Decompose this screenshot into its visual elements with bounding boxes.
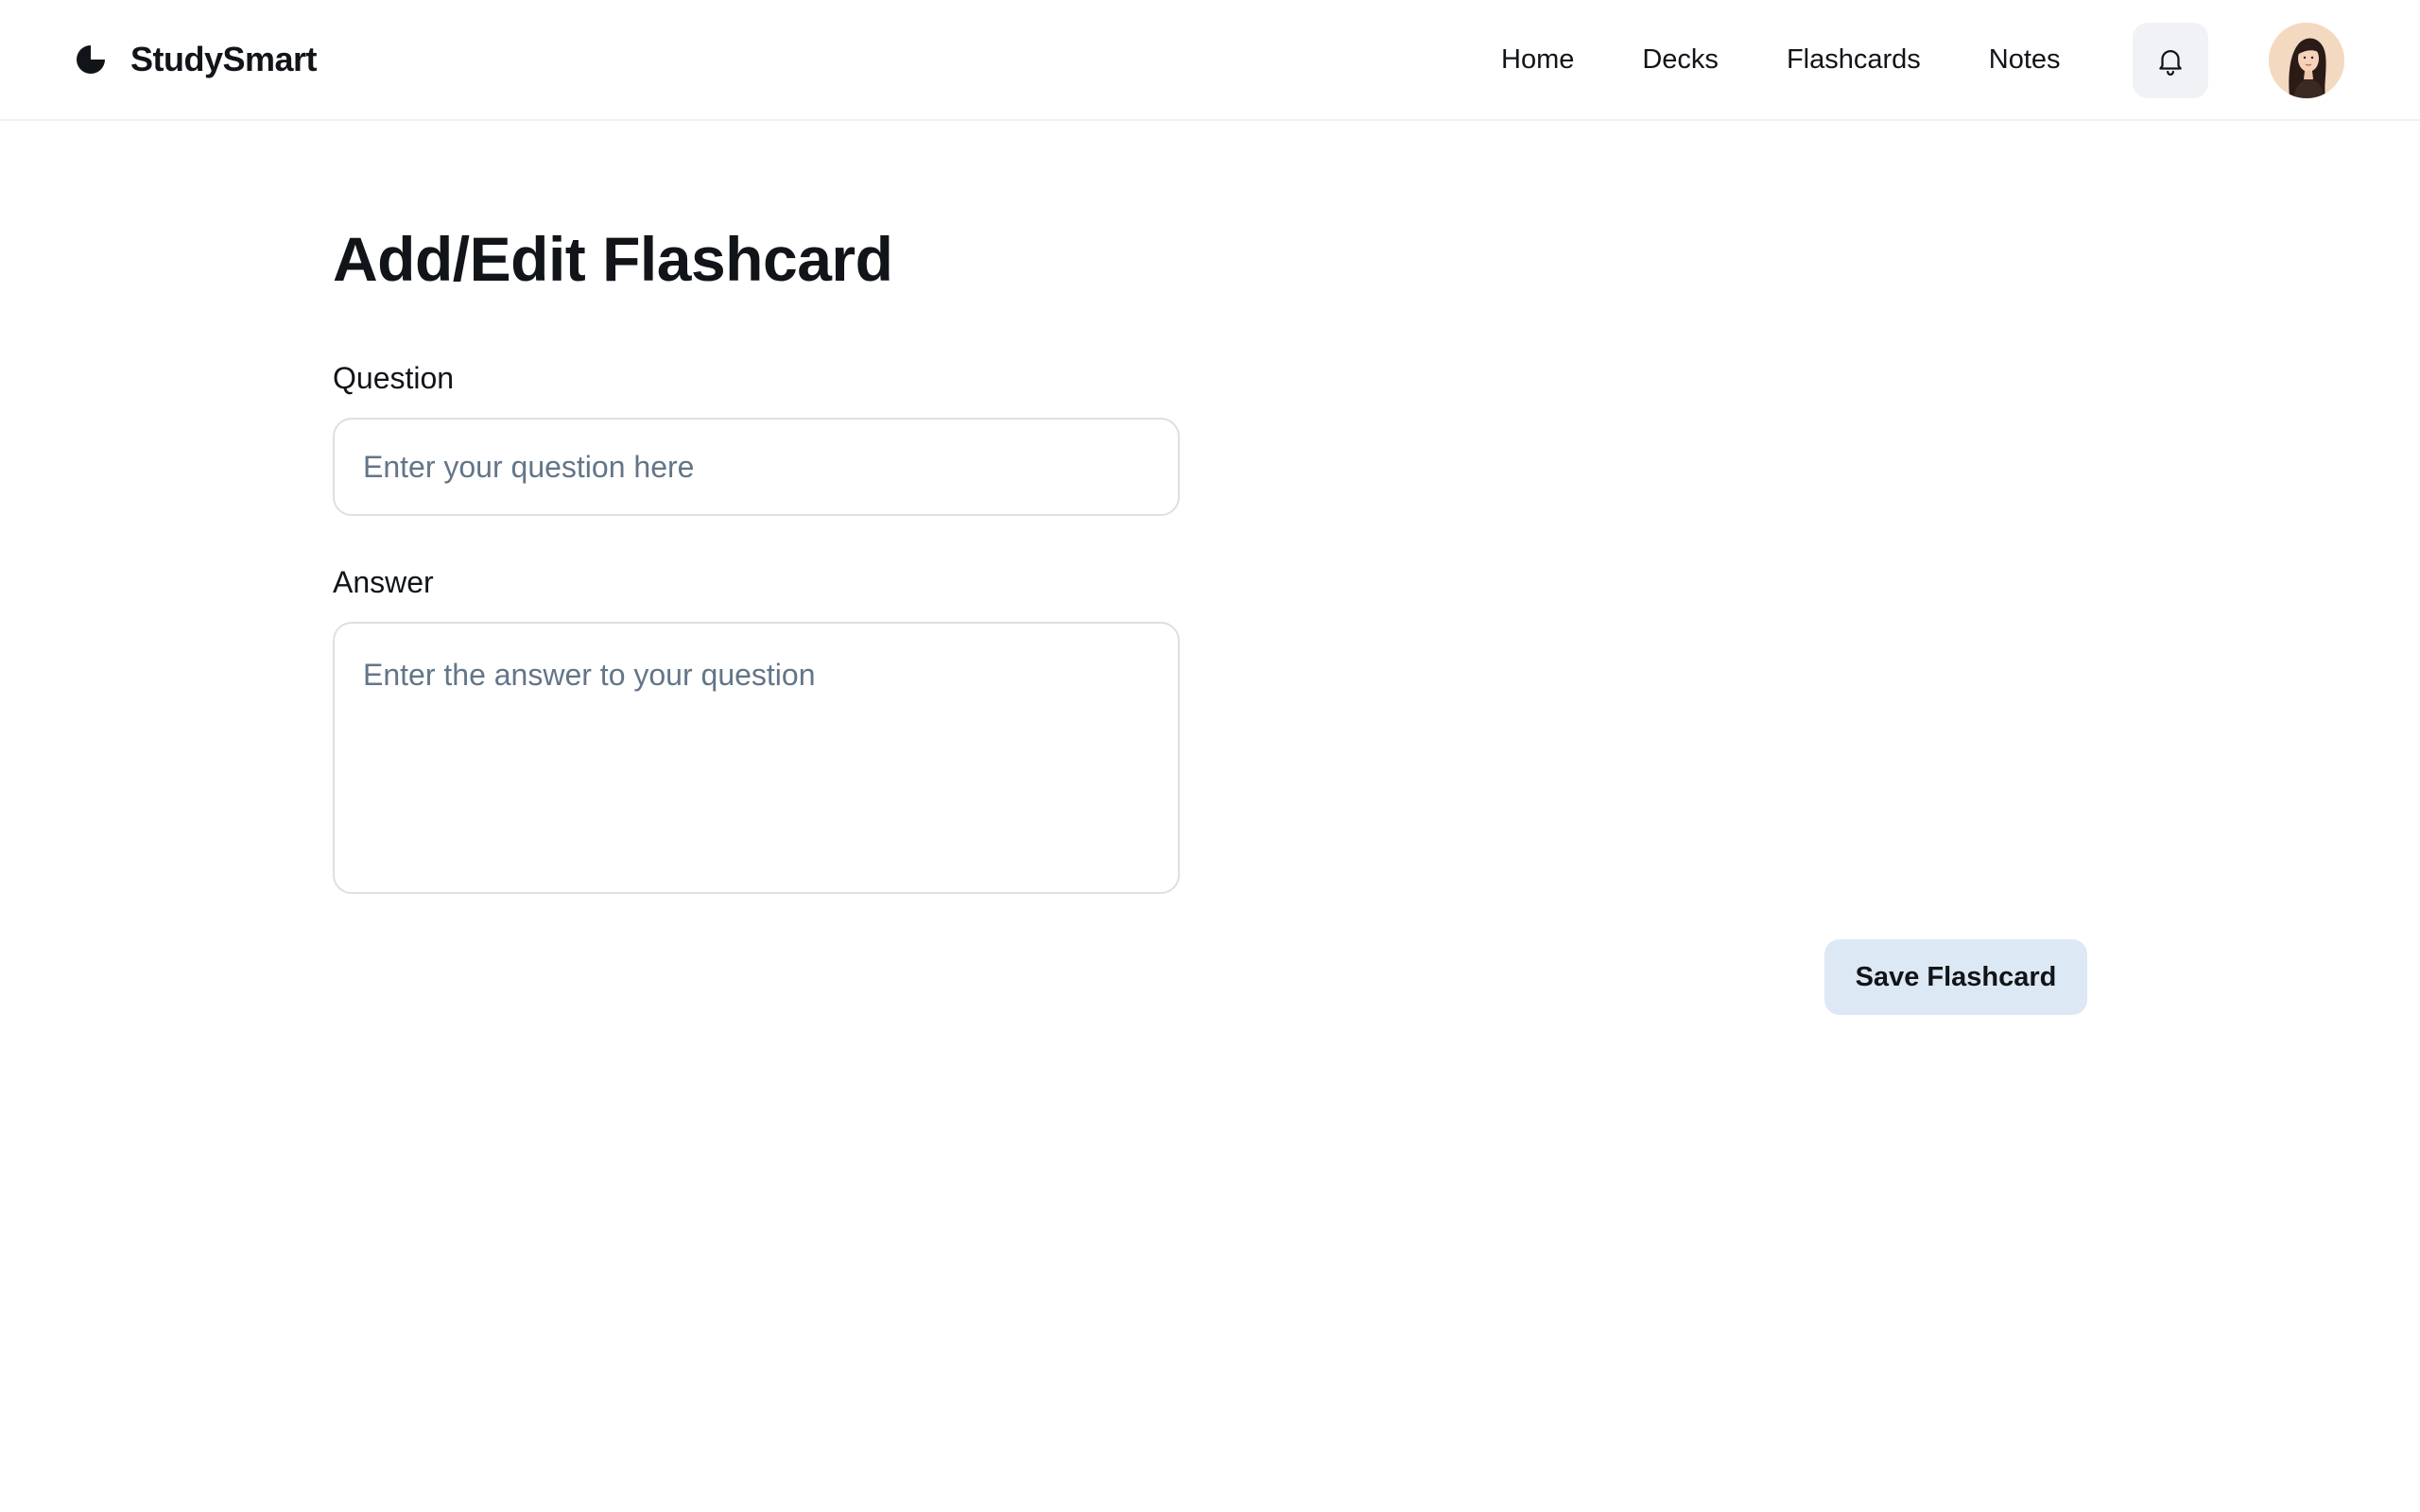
question-label: Question	[333, 361, 455, 395]
save-flashcard-button[interactable]: Save Flashcard	[1824, 939, 2087, 1015]
bell-icon	[2159, 50, 2182, 76]
logo-icon	[77, 45, 105, 74]
page-title: Add/Edit Flashcard	[333, 224, 893, 294]
app-name: StudySmart	[130, 40, 318, 78]
main-nav: Home Decks Flashcards Notes	[1501, 0, 2061, 119]
nav-item-flashcards[interactable]: Flashcards	[1787, 44, 1921, 76]
brand[interactable]: StudySmart	[74, 0, 318, 119]
nav-item-home[interactable]: Home	[1501, 44, 1574, 76]
avatar-portrait-icon	[2269, 23, 2344, 98]
answer-label: Answer	[333, 565, 434, 599]
top-navbar: StudySmart Home Decks Flashcards Notes	[0, 0, 2420, 121]
nav-item-notes[interactable]: Notes	[1989, 44, 2061, 76]
question-input[interactable]	[333, 418, 1180, 516]
notifications-button[interactable]	[2133, 23, 2208, 98]
nav-item-decks[interactable]: Decks	[1642, 44, 1719, 76]
user-avatar[interactable]	[2269, 23, 2344, 98]
answer-textarea[interactable]	[333, 622, 1180, 894]
